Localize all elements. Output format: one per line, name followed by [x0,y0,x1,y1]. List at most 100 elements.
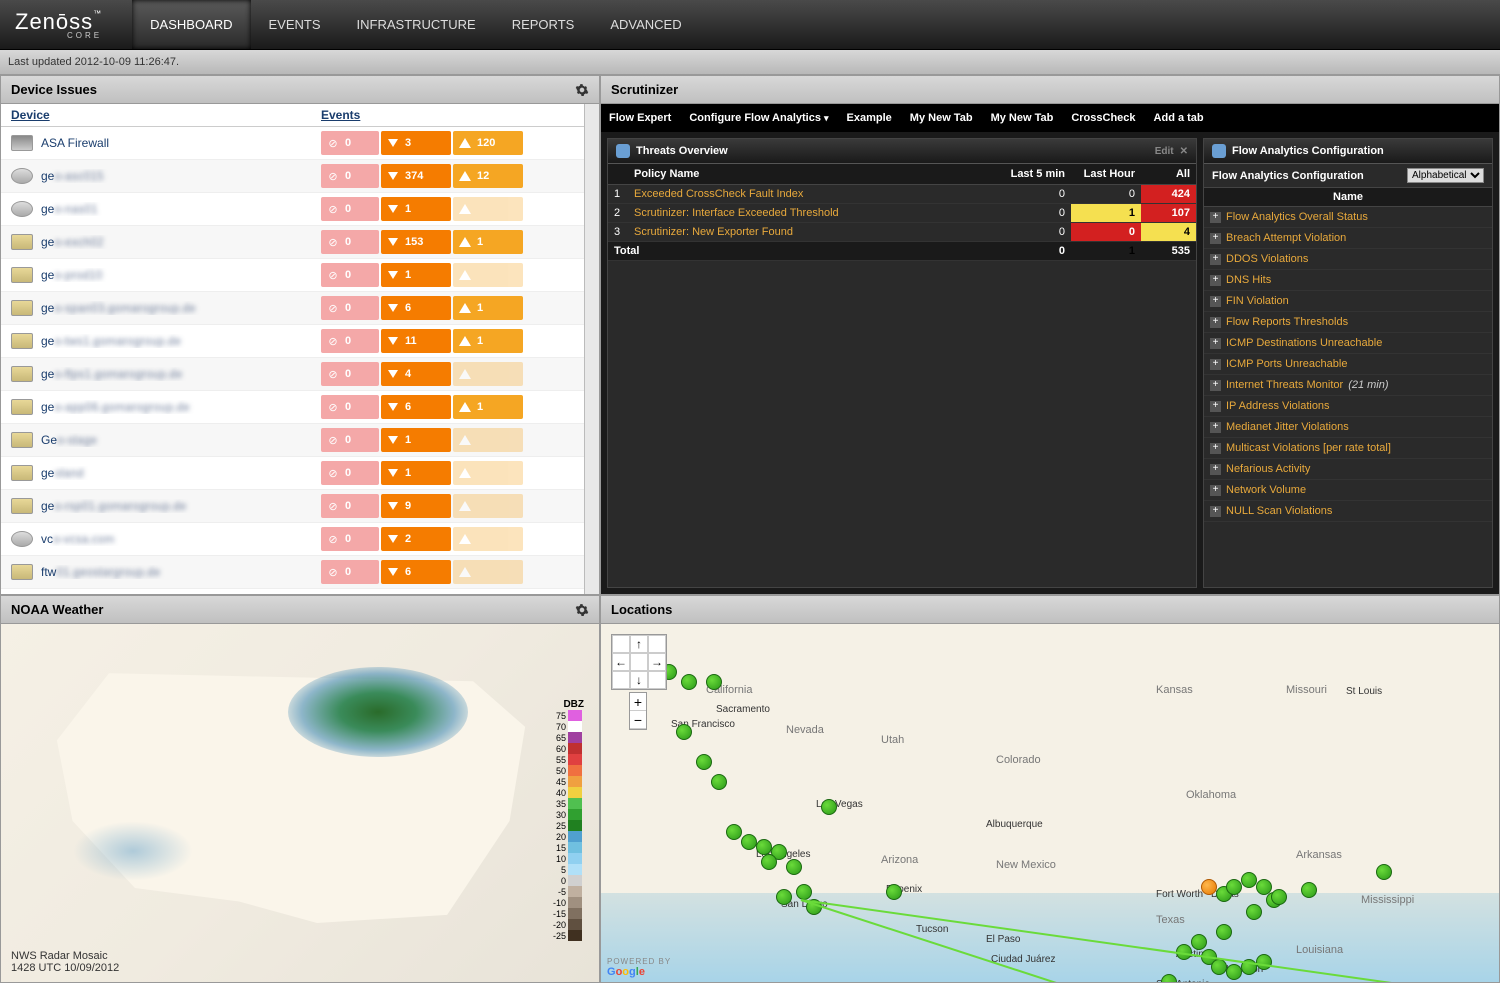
error-badge[interactable]: 6 [381,296,451,320]
error-badge[interactable]: 9 [381,494,451,518]
location-marker[interactable] [821,799,837,815]
warning-badge[interactable]: 12 [453,164,523,188]
location-marker[interactable] [1271,889,1287,905]
device-link[interactable]: geo-ftps1.gomarogroup.de [41,367,321,381]
warning-badge[interactable] [453,362,523,386]
map-pan-control[interactable]: ↑ ←→ ↓ [611,634,667,690]
critical-badge[interactable]: ⊘0 [321,329,379,353]
critical-badge[interactable]: ⊘0 [321,296,379,320]
critical-badge[interactable]: ⊘0 [321,461,379,485]
warning-badge[interactable]: 1 [453,230,523,254]
critical-badge[interactable]: ⊘0 [321,494,379,518]
critical-badge[interactable]: ⊘0 [321,230,379,254]
device-link[interactable]: geo-nas01 [41,202,321,216]
locations-map[interactable]: CaliforniaNevadaArizonaUtahNew MexicoCol… [601,624,1499,982]
critical-badge[interactable]: ⊘0 [321,428,379,452]
fa-item[interactable]: +DDOS Violations [1204,249,1492,270]
warning-badge[interactable] [453,461,523,485]
location-marker[interactable] [1241,872,1257,888]
critical-badge[interactable]: ⊘0 [321,164,379,188]
scrut-tab[interactable]: Flow Expert [609,108,671,128]
critical-badge[interactable]: ⊘0 [321,527,379,551]
fa-item[interactable]: +NULL Scan Violations [1204,501,1492,522]
device-link[interactable]: ASA Firewall [41,136,321,150]
policy-link[interactable]: Exceeded CrossCheck Fault Index [628,185,1001,204]
location-marker[interactable] [1216,924,1232,940]
location-marker[interactable] [886,884,902,900]
warning-badge[interactable]: 1 [453,395,523,419]
fa-item[interactable]: +DNS Hits [1204,270,1492,291]
expand-icon[interactable]: + [1210,422,1221,433]
fa-item[interactable]: +ICMP Destinations Unreachable [1204,333,1492,354]
sort-select[interactable]: Alphabetical [1407,168,1484,183]
expand-icon[interactable]: + [1210,485,1221,496]
fa-item[interactable]: +IP Address Violations [1204,396,1492,417]
location-marker[interactable] [1376,864,1392,880]
device-link[interactable]: geo-rsp01.gomarogroup.de [41,499,321,513]
expand-icon[interactable]: + [1210,296,1221,307]
device-link[interactable]: geo-prod10 [41,268,321,282]
scrut-tab[interactable]: Configure Flow Analytics ▾ [689,108,828,128]
location-marker[interactable] [1201,879,1217,895]
error-badge[interactable]: 153 [381,230,451,254]
location-marker[interactable] [796,884,812,900]
device-link[interactable]: geo-exch02 [41,235,321,249]
scrollbar[interactable] [584,104,599,594]
error-badge[interactable]: 4 [381,362,451,386]
map-zoom-control[interactable]: +− [629,692,647,730]
expand-icon[interactable]: + [1210,380,1221,391]
location-marker[interactable] [726,824,742,840]
expand-icon[interactable]: + [1210,317,1221,328]
fa-item[interactable]: +Network Volume [1204,480,1492,501]
nav-events[interactable]: EVENTS [251,0,339,49]
location-marker[interactable] [1211,959,1227,975]
location-marker[interactable] [696,754,712,770]
events-col-header[interactable]: Events [321,108,360,122]
device-link[interactable]: geo-asc015 [41,169,321,183]
device-col-header[interactable]: Device [11,108,321,122]
fa-item[interactable]: +Flow Analytics Overall Status [1204,207,1492,228]
critical-badge[interactable]: ⊘0 [321,362,379,386]
fa-item[interactable]: +Nefarious Activity [1204,459,1492,480]
device-link[interactable]: geo-tws1.gomarogroup.de [41,334,321,348]
device-link[interactable]: geo-app06.gomarogroup.de [41,400,321,414]
expand-icon[interactable]: + [1210,401,1221,412]
fa-item[interactable]: +Flow Reports Thresholds [1204,312,1492,333]
error-badge[interactable]: 1 [381,197,451,221]
warning-badge[interactable] [453,197,523,221]
policy-link[interactable]: Scrutinizer: Interface Exceeded Threshol… [628,204,1001,223]
device-link[interactable]: vco-vcsa.com [41,532,321,546]
location-marker[interactable] [681,674,697,690]
critical-badge[interactable]: ⊘0 [321,560,379,584]
error-badge[interactable]: 374 [381,164,451,188]
location-marker[interactable] [776,889,792,905]
critical-badge[interactable]: ⊘0 [321,395,379,419]
error-badge[interactable]: 6 [381,560,451,584]
expand-icon[interactable]: + [1210,506,1221,517]
error-badge[interactable]: 2 [381,527,451,551]
fa-item[interactable]: +Internet Threats Monitor (21 min) [1204,375,1492,396]
expand-icon[interactable]: + [1210,464,1221,475]
device-link[interactable]: geoland [41,466,321,480]
expand-icon[interactable]: + [1210,338,1221,349]
critical-badge[interactable]: ⊘0 [321,197,379,221]
location-marker[interactable] [1161,974,1177,982]
expand-icon[interactable]: + [1210,254,1221,265]
location-marker[interactable] [1246,904,1262,920]
nav-reports[interactable]: REPORTS [494,0,593,49]
fa-item[interactable]: +Breach Attempt Violation [1204,228,1492,249]
device-link[interactable]: Geo-stage [41,433,321,447]
scrut-tab[interactable]: My New Tab [991,108,1054,128]
location-marker[interactable] [741,834,757,850]
error-badge[interactable]: 6 [381,395,451,419]
fa-item[interactable]: +ICMP Ports Unreachable [1204,354,1492,375]
error-badge[interactable]: 1 [381,461,451,485]
warning-badge[interactable]: 1 [453,296,523,320]
warning-badge[interactable]: 120 [453,131,523,155]
gear-icon[interactable] [575,83,589,97]
warning-badge[interactable] [453,560,523,584]
location-marker[interactable] [786,859,802,875]
critical-badge[interactable]: ⊘0 [321,131,379,155]
scrut-tab[interactable]: My New Tab [910,108,973,128]
location-marker[interactable] [676,724,692,740]
